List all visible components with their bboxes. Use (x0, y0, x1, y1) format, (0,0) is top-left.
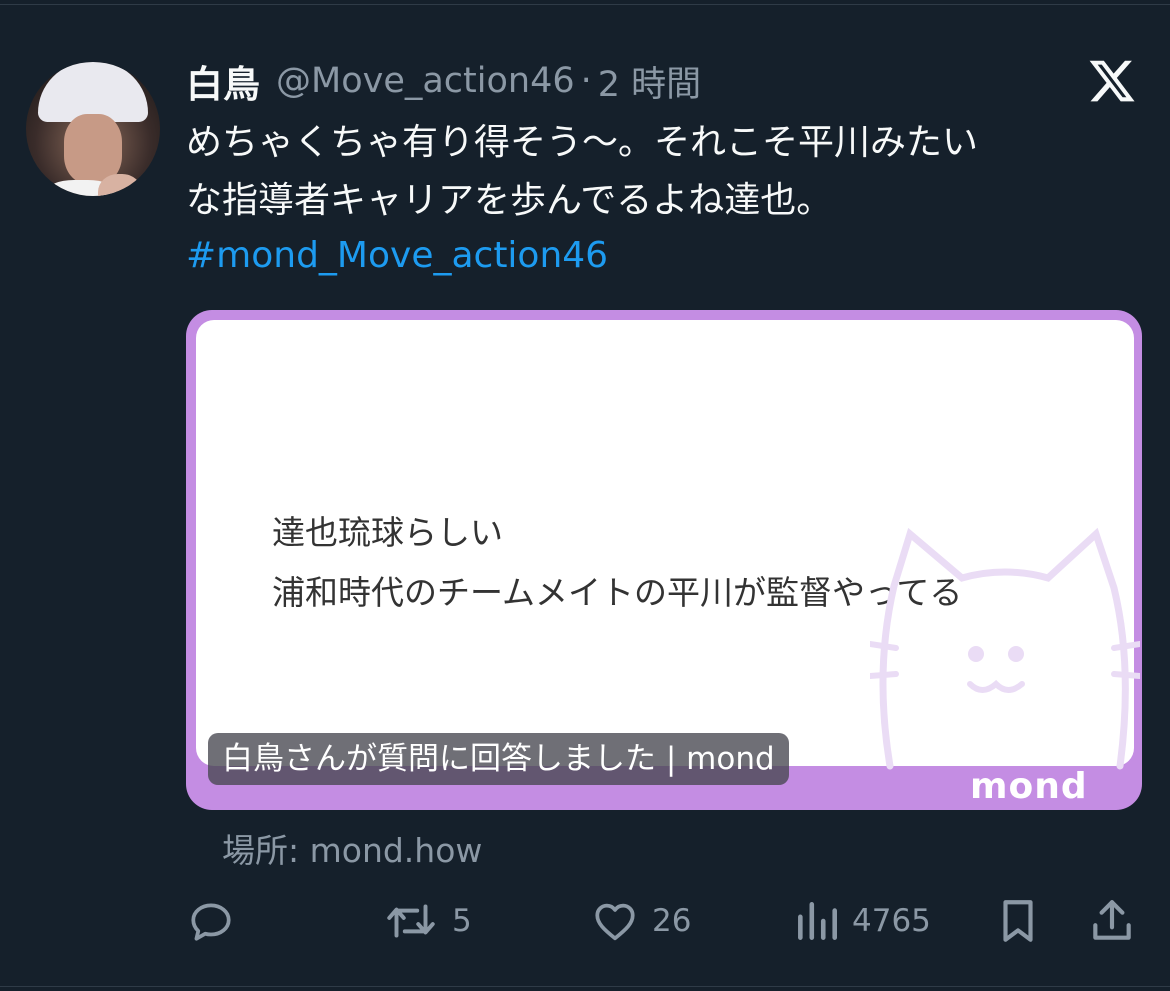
user-handle[interactable]: @Move_action46 (276, 61, 575, 101)
card-caption: 白鳥さんが質問に回答しました | mond (208, 733, 789, 785)
display-name[interactable]: 白鳥 (186, 54, 260, 108)
card-text-line: 浦和時代のチームメイトの平川が監督やってる (272, 573, 963, 612)
like-count: 26 (652, 903, 692, 939)
card-text-line: 達也琉球らしい (272, 513, 503, 552)
retweet-icon (387, 904, 435, 938)
reply-icon (191, 903, 231, 941)
heart-icon (595, 903, 635, 941)
like-button[interactable]: 26 (590, 892, 691, 950)
x-logo-icon[interactable] (1086, 56, 1138, 106)
views-button[interactable]: 4765 (794, 892, 931, 950)
share-icon (1093, 900, 1131, 940)
top-divider (0, 4, 1170, 5)
mond-logo: mond (970, 766, 1088, 807)
views-icon (798, 902, 837, 940)
timestamp[interactable]: 2 時間 (598, 56, 701, 107)
source-link[interactable]: 場所: mond.how (222, 824, 482, 872)
action-bar: 5 26 4765 (0, 892, 1170, 950)
retweet-button[interactable]: 5 (382, 892, 472, 950)
retweet-count: 5 (452, 903, 472, 939)
share-button[interactable] (1088, 892, 1136, 950)
tweet-text: めちゃくちゃ有り得そう〜。それこそ平川みたい な指導者キャリアを歩んでるよね達也… (186, 122, 979, 221)
bookmark-button[interactable] (996, 892, 1040, 950)
views-count: 4765 (852, 903, 931, 939)
avatar[interactable] (26, 62, 160, 196)
separator-dot: · (580, 61, 592, 101)
bookmark-icon (1003, 900, 1033, 942)
reply-button[interactable] (186, 892, 236, 950)
hashtag-link[interactable]: #mond_Move_action46 (186, 230, 608, 282)
cat-mascot-icon (870, 527, 1140, 770)
tweet-header: 白鳥 @Move_action46 · 2 時間 (186, 56, 701, 107)
bottom-divider (0, 986, 1170, 987)
